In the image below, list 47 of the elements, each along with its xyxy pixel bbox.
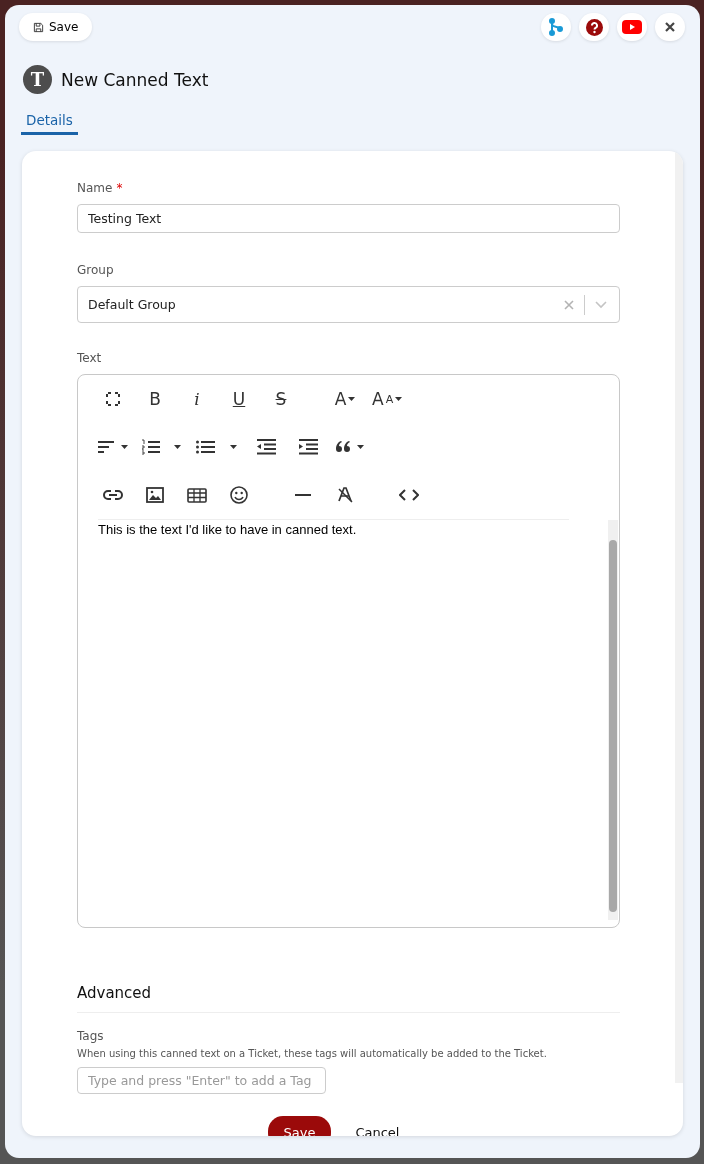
help-icon bbox=[585, 18, 603, 36]
clear-format-icon bbox=[337, 487, 353, 503]
code-icon bbox=[399, 489, 419, 501]
indent-icon bbox=[299, 439, 319, 455]
align-left-icon bbox=[98, 440, 130, 454]
smiley-icon bbox=[230, 486, 248, 504]
video-play-icon bbox=[622, 20, 642, 34]
required-mark: * bbox=[116, 181, 123, 195]
table-icon bbox=[187, 487, 207, 503]
tags-field[interactable]: Type and press "Enter" to add a Tag bbox=[77, 1067, 326, 1094]
close-button[interactable] bbox=[655, 13, 685, 41]
quote-icon bbox=[336, 440, 366, 454]
link-icon bbox=[103, 490, 123, 500]
field-label: Text bbox=[77, 351, 103, 365]
scrollbar[interactable] bbox=[608, 520, 618, 920]
font-color-button[interactable]: A bbox=[324, 384, 366, 414]
branch-button[interactable] bbox=[541, 13, 571, 41]
bullet-list-icon bbox=[196, 439, 240, 455]
branch-icon bbox=[548, 18, 564, 36]
italic-button[interactable]: i bbox=[176, 384, 218, 414]
close-icon bbox=[665, 22, 675, 32]
editor-text[interactable]: This is the text I'd like to have in canned text. bbox=[98, 522, 619, 537]
save-button[interactable]: Save bbox=[19, 13, 93, 41]
underline-button[interactable]: U bbox=[218, 384, 260, 414]
section-heading: Advanced bbox=[77, 984, 153, 1002]
caret-icon bbox=[395, 397, 403, 401]
field-label: Group bbox=[77, 263, 115, 277]
field-label: Tags bbox=[77, 1029, 105, 1043]
numbered-list-icon bbox=[142, 439, 184, 455]
outdent-icon bbox=[257, 439, 277, 455]
image-icon bbox=[146, 487, 164, 503]
tab[interactable]: Details bbox=[21, 112, 78, 135]
name-field[interactable]: Testing Text bbox=[77, 204, 620, 233]
font-size-button[interactable]: AA bbox=[366, 384, 409, 414]
avatar-badge: T bbox=[23, 65, 52, 94]
caret-icon bbox=[348, 397, 356, 401]
save-button[interactable]: Save bbox=[267, 1116, 332, 1136]
bold-button[interactable]: B bbox=[134, 384, 176, 414]
help-button[interactable] bbox=[579, 13, 609, 41]
help-text: When using this canned text on a Ticket, these tags will automatically be added to the Ticket. bbox=[77, 1048, 548, 1059]
video-button[interactable] bbox=[617, 13, 647, 41]
dialog-title: New Canned Text bbox=[61, 69, 209, 90]
horizontal-line-icon bbox=[295, 493, 311, 497]
fullscreen-icon bbox=[106, 392, 120, 406]
strikethrough-button[interactable]: S bbox=[260, 384, 302, 414]
field-label: Name * bbox=[77, 181, 124, 195]
scrollbar[interactable] bbox=[675, 151, 683, 1083]
